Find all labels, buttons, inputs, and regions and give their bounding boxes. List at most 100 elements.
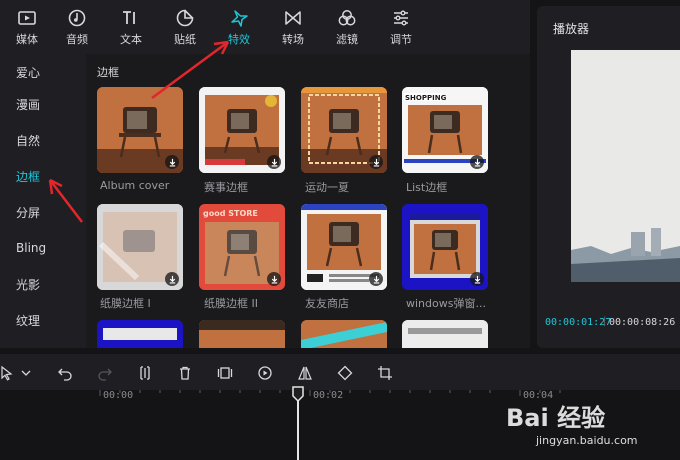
filter-icon <box>338 10 356 26</box>
mirror-icon <box>298 366 312 380</box>
tab-adjust-label: 调节 <box>390 33 412 46</box>
cursor-icon <box>1 365 13 381</box>
tile-label: List边框 <box>406 181 448 194</box>
tab-text[interactable]: 文本 <box>104 0 158 54</box>
mirror-button[interactable] <box>294 362 316 384</box>
effect-tile-windows-popup[interactable] <box>402 204 488 290</box>
category-sidebar: 爱心 漫画 自然 边框 分屏 Bling 光影 纹理 <box>0 54 86 348</box>
sidebar-item-nature[interactable]: 自然 <box>0 122 86 158</box>
adjust-icon <box>394 10 408 26</box>
download-icon[interactable] <box>267 155 281 169</box>
tab-adjust[interactable]: 调节 <box>374 0 428 54</box>
crop-button[interactable] <box>374 362 396 384</box>
tile-label: 运动一夏 <box>305 181 349 194</box>
effect-tile-row3-2[interactable] <box>199 320 285 348</box>
crop-icon <box>378 366 392 380</box>
download-icon[interactable] <box>470 155 484 169</box>
text-icon <box>123 11 135 24</box>
ruler-label: 00:00 <box>103 390 134 401</box>
effects-grid: 边框 Album cover 赛事边框 运动一夏 SHOPPING List边框… <box>86 54 530 348</box>
delete-button[interactable] <box>174 362 196 384</box>
tab-filter[interactable]: 滤镜 <box>320 0 374 54</box>
player-panel: 播放器 00:00:01:27 | 00:00:08:26 <box>537 6 680 348</box>
download-icon[interactable] <box>165 272 179 286</box>
trash-icon <box>180 366 190 380</box>
play-circle-icon <box>258 366 272 380</box>
effect-tile-album-cover[interactable] <box>97 87 183 173</box>
baidu-logo: Bai 经验 jingyan.baidu.com <box>506 404 638 447</box>
tab-sticker[interactable]: 贴纸 <box>158 0 212 54</box>
sidebar-item-label: 分屏 <box>16 205 41 220</box>
freeze-frame-icon <box>217 367 233 379</box>
tab-media-label: 媒体 <box>16 33 38 46</box>
download-icon[interactable] <box>369 272 383 286</box>
watermark-url: jingyan.baidu.com <box>535 434 638 447</box>
effect-tile-paper-film-1[interactable] <box>97 204 183 290</box>
effect-tile-paper-film-2[interactable]: good STORE <box>199 204 285 290</box>
video-preview[interactable] <box>571 50 680 282</box>
tab-sticker-label: 贴纸 <box>174 33 196 46</box>
sidebar-item-label: 漫画 <box>16 97 41 112</box>
sidebar-item-label: 纹理 <box>16 313 41 328</box>
select-tool-button[interactable] <box>0 362 18 384</box>
tile-label: windows弹窗... <box>406 297 486 310</box>
select-mode-dropdown[interactable] <box>18 362 34 384</box>
player-title: 播放器 <box>553 22 590 36</box>
playhead-handle[interactable] <box>291 386 305 402</box>
tab-filter-label: 滤镜 <box>336 33 358 46</box>
ruler-label: 00:02 <box>313 390 344 401</box>
sidebar-item-comic[interactable]: 漫画 <box>0 86 86 122</box>
effect-tile-row3-4[interactable] <box>402 320 488 348</box>
preview-image <box>571 50 680 282</box>
effect-tile-row3-3[interactable] <box>301 320 387 348</box>
rotate-icon <box>337 365 353 381</box>
tab-audio-label: 音频 <box>66 33 88 46</box>
timeline-toolbar <box>0 354 680 390</box>
redo-button[interactable] <box>94 362 116 384</box>
media-icon <box>18 11 36 25</box>
reverse-button[interactable] <box>254 362 276 384</box>
split-button[interactable] <box>134 362 156 384</box>
sidebar-item-label: 自然 <box>16 133 41 148</box>
split-icon <box>140 366 150 380</box>
tile-label: 纸膜边框 II <box>204 297 258 310</box>
sidebar-item-bling[interactable]: Bling <box>0 230 86 266</box>
tab-effects[interactable]: 特效 <box>212 0 266 54</box>
download-icon[interactable] <box>470 272 484 286</box>
tab-media[interactable]: 媒体 <box>0 0 54 54</box>
tab-transition-label: 转场 <box>282 33 304 46</box>
transition-icon <box>285 11 301 25</box>
current-time: 00:00:01:27 <box>545 317 612 328</box>
effect-tile-list-border[interactable]: SHOPPING <box>402 87 488 173</box>
download-icon[interactable] <box>267 272 281 286</box>
sidebar-item-label: 爱心 <box>16 65 41 80</box>
tv-thumbnail <box>301 320 387 348</box>
effect-tile-friend-shop[interactable] <box>301 204 387 290</box>
tab-transition[interactable]: 转场 <box>266 0 320 54</box>
freeze-button[interactable] <box>214 362 236 384</box>
download-icon[interactable] <box>369 155 383 169</box>
tile-label: 纸膜边框 I <box>100 297 151 310</box>
tv-thumbnail <box>199 320 285 348</box>
tab-audio[interactable]: 音频 <box>50 0 104 54</box>
sidebar-item-border[interactable]: 边框 <box>0 158 86 194</box>
sidebar-item-love[interactable]: 爱心 <box>0 54 86 90</box>
sidebar-item-split[interactable]: 分屏 <box>0 194 86 230</box>
tv-thumbnail <box>97 320 183 348</box>
effect-tile-summer-sports[interactable] <box>301 87 387 173</box>
audio-icon <box>68 9 86 27</box>
editor-window: 媒体 音频 文本 贴纸 特效 转场 滤镜 调节 爱心 漫画 自然 边框 分屏 B… <box>0 0 680 460</box>
sidebar-item-label: 光影 <box>16 277 41 292</box>
tv-thumbnail <box>402 320 488 348</box>
undo-button[interactable] <box>54 362 76 384</box>
download-icon[interactable] <box>165 155 179 169</box>
effect-tile-sports-border[interactable] <box>199 87 285 173</box>
chevron-down-icon <box>21 370 31 376</box>
svg-text:SHOPPING: SHOPPING <box>405 94 447 102</box>
sidebar-item-texture[interactable]: 纹理 <box>0 302 86 338</box>
sidebar-item-light[interactable]: 光影 <box>0 266 86 302</box>
watermark-text: Bai 经验 <box>506 404 605 432</box>
rotate-button[interactable] <box>334 362 356 384</box>
svg-text:good STORE: good STORE <box>203 209 258 218</box>
effect-tile-row3-1[interactable] <box>97 320 183 348</box>
